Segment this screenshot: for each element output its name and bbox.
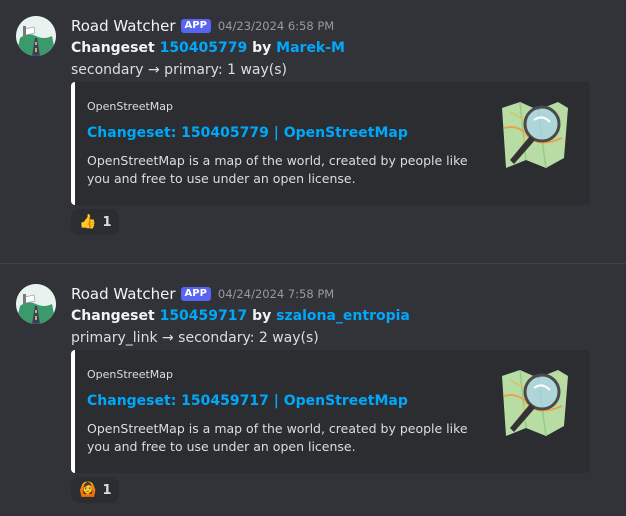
road-avatar-icon[interactable]	[16, 284, 56, 324]
reaction-thumbs-up[interactable]: 👍 1	[71, 209, 120, 235]
message-content: Road Watcher APP 04/23/2024 6:58 PM Chan…	[71, 15, 626, 81]
message-header: Road Watcher APP 04/24/2024 7:58 PM	[71, 283, 626, 305]
changeset-line: Changeset 150459717 by szalona_entropia	[71, 305, 626, 327]
thumbs-up-icon: 👍	[79, 214, 97, 230]
reaction-count: 1	[102, 482, 112, 498]
summary-text: primary_link → secondary: 2 way(s)	[71, 330, 319, 346]
timestamp[interactable]: 04/23/2024 6:58 PM	[218, 19, 334, 33]
by-text: by	[247, 308, 277, 324]
link-embed: OpenStreetMap Changeset: 150459717 | Ope…	[71, 350, 590, 473]
message-content: Road Watcher APP 04/24/2024 7:58 PM Chan…	[71, 283, 626, 349]
osm-magnifier-icon[interactable]	[498, 366, 572, 440]
changeset-prefix: Changeset	[71, 40, 160, 56]
road-avatar-icon[interactable]	[16, 16, 56, 56]
changeset-prefix: Changeset	[71, 308, 160, 324]
user-link[interactable]: Marek-M	[276, 40, 345, 56]
embed-description: OpenStreetMap is a map of the world, cre…	[87, 153, 468, 186]
by-text: by	[247, 40, 277, 56]
link-embed: OpenStreetMap Changeset: 150405779 | Ope…	[71, 82, 590, 205]
message-header: Road Watcher APP 04/23/2024 6:58 PM	[71, 15, 626, 37]
author-name[interactable]: Road Watcher	[71, 285, 176, 303]
person-gesturing-ok-icon: 🙆	[79, 482, 97, 498]
embed-title[interactable]: Changeset: 150459717 | OpenStreetMap	[87, 393, 408, 409]
reaction-count: 1	[102, 214, 112, 230]
reaction-person[interactable]: 🙆 1	[71, 477, 120, 503]
changeset-link[interactable]: 150459717	[160, 308, 248, 324]
message-1: Road Watcher APP 04/23/2024 6:58 PM Chan…	[0, 0, 626, 263]
changeset-line: Changeset 150405779 by Marek-M	[71, 37, 626, 59]
author-name[interactable]: Road Watcher	[71, 17, 176, 35]
summary-text: secondary → primary: 1 way(s)	[71, 62, 288, 78]
timestamp[interactable]: 04/24/2024 7:58 PM	[218, 287, 334, 301]
embed-provider[interactable]: OpenStreetMap	[87, 100, 173, 113]
embed-description: OpenStreetMap is a map of the world, cre…	[87, 421, 468, 454]
changeset-link[interactable]: 150405779	[160, 40, 248, 56]
app-badge: APP	[180, 19, 211, 33]
osm-magnifier-icon[interactable]	[498, 98, 572, 172]
embed-provider[interactable]: OpenStreetMap	[87, 368, 173, 381]
user-link[interactable]: szalona_entropia	[276, 308, 410, 324]
embed-title[interactable]: Changeset: 150405779 | OpenStreetMap	[87, 125, 408, 141]
message-2: Road Watcher APP 04/24/2024 7:58 PM Chan…	[0, 264, 626, 516]
app-badge: APP	[180, 287, 211, 301]
